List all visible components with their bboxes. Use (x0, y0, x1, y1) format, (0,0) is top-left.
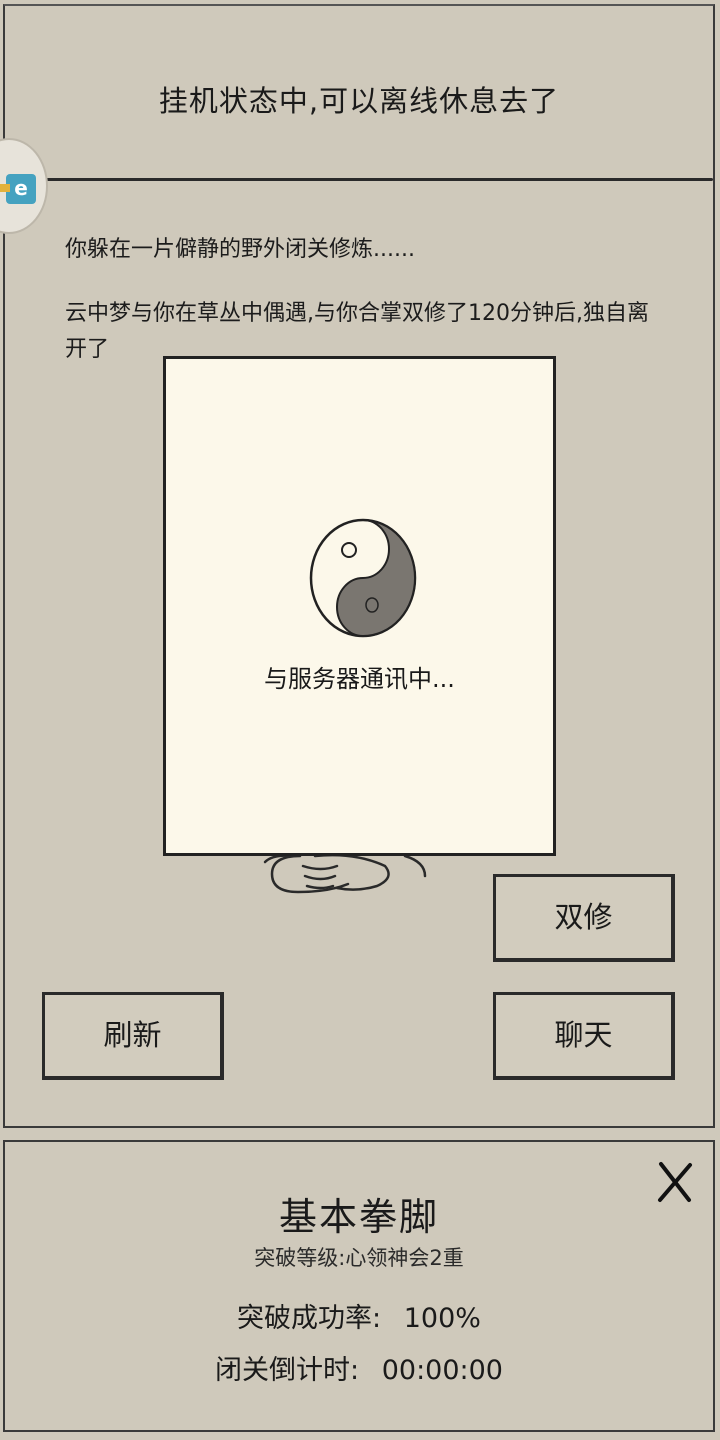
countdown-value: 00:00:00 (381, 1355, 503, 1386)
chat-bubble-icon: e (0, 174, 36, 204)
skill-name: 基本拳脚 (278, 1195, 439, 1239)
success-rate-value: 100% (403, 1303, 481, 1334)
dual-cultivation-button[interactable]: 双修 (493, 874, 675, 962)
header-divider (19, 178, 713, 181)
refresh-button[interactable]: 刷新 (42, 992, 224, 1080)
success-rate-label: 突破成功率: (237, 1303, 382, 1334)
countdown-row: 闭关倒计时: 00:00:00 (5, 1348, 713, 1387)
skill-panel: 基本拳脚 突破等级:心领神会2重 突破成功率: 100% 闭关倒计时: 00:0… (3, 1140, 715, 1432)
countdown-label: 闭关倒计时: (215, 1355, 360, 1386)
success-rate-row: 突破成功率: 100% (5, 1296, 713, 1335)
loading-dialog: 与服务器通讯中... (163, 356, 556, 856)
status-title: 挂机状态中,可以离线休息去了 (158, 84, 560, 118)
taiji-icon (309, 518, 417, 638)
breakthrough-level: 突破等级:心领神会2重 (254, 1246, 464, 1270)
chat-button[interactable]: 聊天 (493, 992, 675, 1080)
log-line: 你躲在一片僻静的野外闭关修炼...... (65, 237, 415, 262)
game-screen: 挂机状态中,可以离线休息去了 你躲在一片僻静的野外闭关修炼...... 云中梦与… (0, 0, 720, 1440)
loading-message: 与服务器通讯中... (264, 665, 455, 693)
